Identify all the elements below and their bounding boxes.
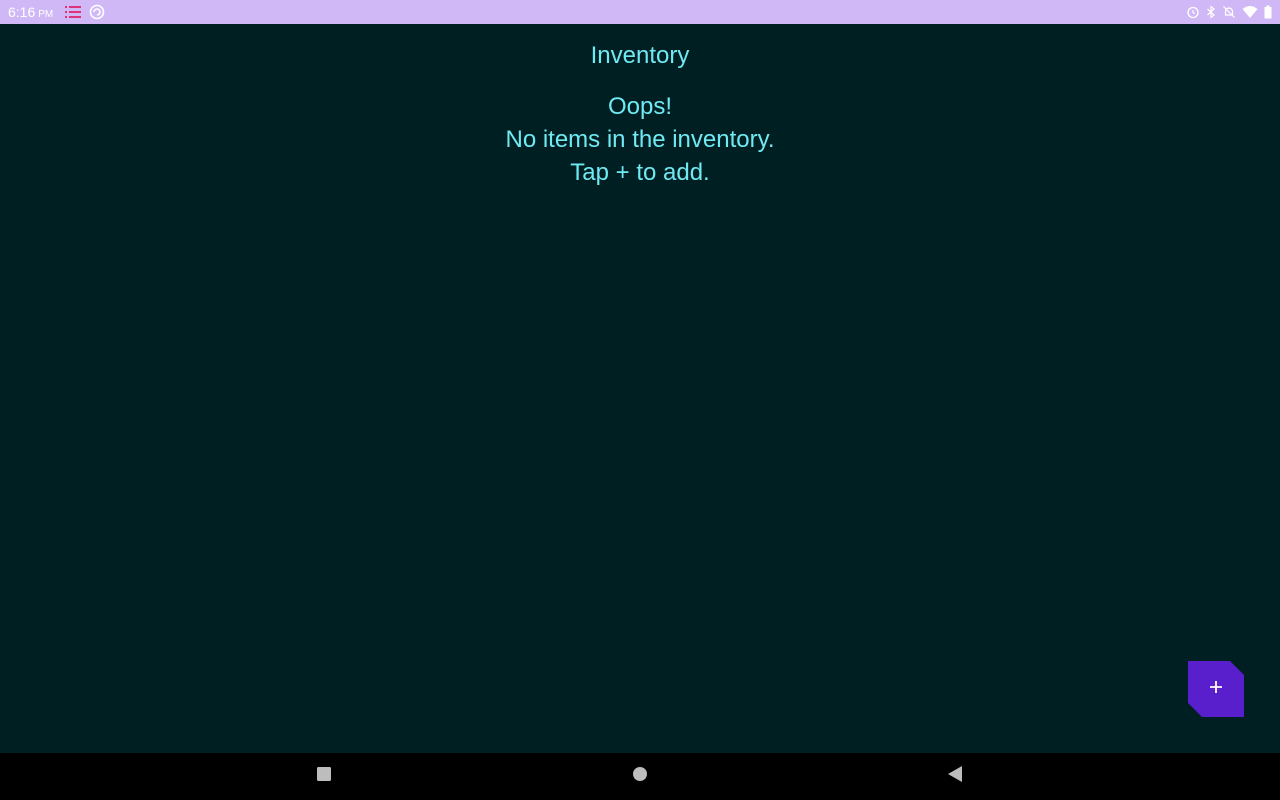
bluetooth-icon [1206,5,1216,19]
recents-button[interactable] [294,753,354,800]
empty-state-line-tap-to-add: Tap + to add. [570,159,710,186]
navigation-bar [0,753,1280,800]
empty-state-line-oops: Oops! [607,93,673,120]
page-title: Inventory [590,42,690,69]
back-button[interactable] [925,753,985,800]
status-system-icons [1186,5,1272,19]
status-bar: 6:16 PM [0,0,1280,24]
sync-icon [89,4,105,20]
back-triangle-icon [947,765,963,788]
home-circle-icon [632,766,648,787]
list-icon [65,5,82,19]
status-notification-icons [65,4,105,20]
status-time-value: 6:16 [8,4,36,20]
recents-square-icon [316,766,332,787]
inventory-screen: Inventory Oops! No items in the inventor… [0,24,1280,753]
alarm-icon [1186,5,1200,19]
battery-icon [1264,5,1272,19]
empty-state-message: Oops! No items in the inventory. Tap + t… [0,90,1280,189]
add-item-button[interactable] [1188,661,1244,717]
home-button[interactable] [610,753,670,800]
status-time: 6:16 PM [8,4,53,20]
empty-state-line-no-items: No items in the inventory. [505,126,775,153]
status-time-ampm: PM [38,9,54,20]
plus-icon [1209,680,1223,699]
wifi-icon [1242,5,1258,19]
notifications-off-icon [1222,5,1236,19]
